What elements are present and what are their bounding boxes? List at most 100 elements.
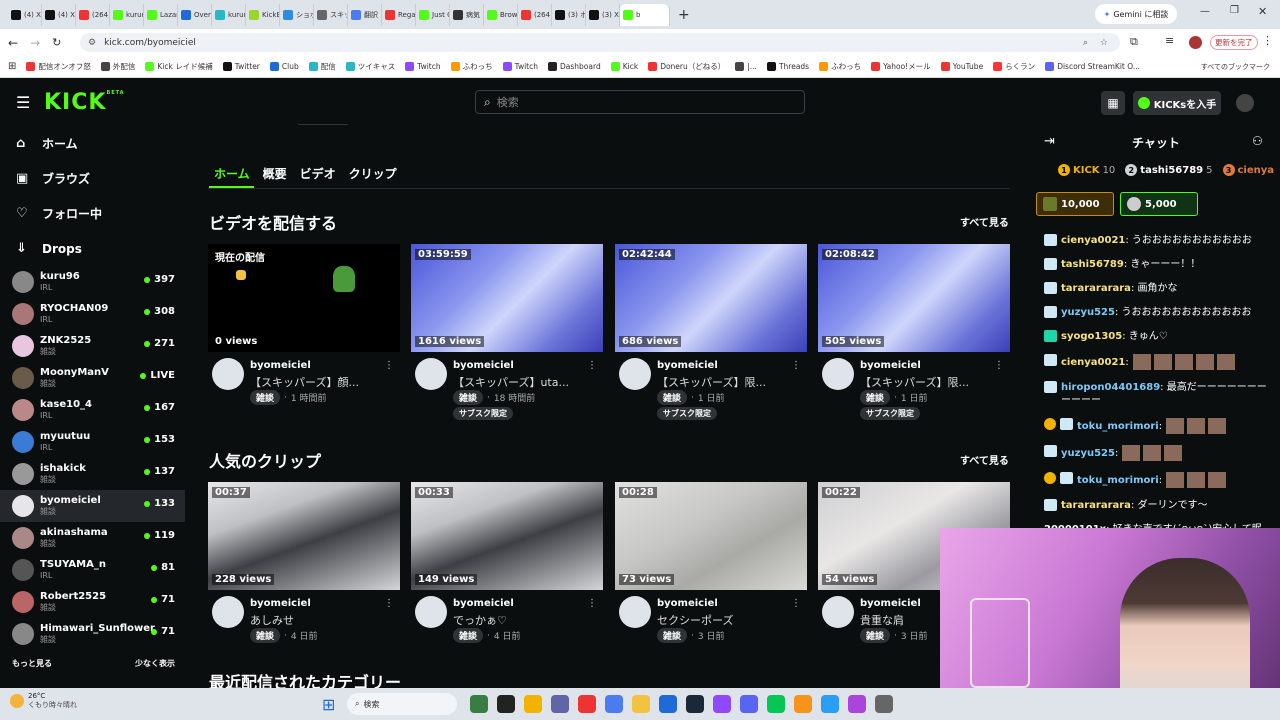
chat-message[interactable]: tararararara: ダーリンです〜 [1030, 494, 1280, 518]
sidebar-nav-item[interactable]: ▣ ブラウズ [0, 161, 185, 196]
bookmark-item[interactable]: Doneru（どねる） [648, 61, 725, 72]
sidebar-channel[interactable]: ishakick 雑談 137 [0, 458, 185, 490]
url-input[interactable]: ⚙ kick.com/byomeiciel ⌕ ☆ [80, 33, 1120, 52]
streamer-name[interactable]: byomeiciel [453, 360, 514, 371]
thumbnail[interactable]: 03:59:59 1616 views [411, 244, 603, 352]
thumbnail[interactable]: 00:33 149 views [411, 482, 603, 590]
bookmark-item[interactable]: YouTube [940, 61, 983, 72]
taskbar-search[interactable]: ⌕ 検索 [347, 693, 457, 715]
leaderboard-entry[interactable]: 2 tashi56789 5 [1125, 164, 1213, 176]
chat-username[interactable]: cienya0021 [1061, 357, 1125, 368]
avatar[interactable] [212, 596, 244, 628]
category-tag[interactable]: 雑談 [250, 628, 281, 643]
sidebar-channel[interactable]: byomeiciel 雑談 133 [0, 490, 185, 522]
browser-tab[interactable]: 病気 [450, 3, 484, 26]
bookmark-item[interactable]: ふわっち [450, 61, 493, 72]
chat-username[interactable]: yuzyu525 [1061, 307, 1115, 318]
chat-username[interactable]: hiropon04401689 [1061, 382, 1160, 393]
extensions-icon[interactable]: ⧉ [1130, 35, 1138, 49]
chat-message[interactable]: cienya0021: うおおおおおおおおおおお [1030, 229, 1280, 253]
bookmark-item[interactable]: Club [269, 61, 299, 72]
chat-message[interactable]: toku_morimori: [1030, 467, 1280, 494]
layout-toggle-button[interactable]: ▦ [1101, 91, 1125, 115]
videos-see-all-link[interactable]: すべて見る [960, 214, 1009, 229]
more-options-icon[interactable]: ⋮ [587, 360, 597, 371]
taskbar-app-icon[interactable] [794, 695, 812, 713]
chat-message[interactable]: tararararara: 画角かな [1030, 277, 1280, 301]
thumbnail[interactable]: 現在の配信 0 views [208, 244, 400, 352]
sidebar-channel[interactable]: kuru96 IRL 397 [0, 266, 185, 298]
chat-message[interactable]: yuzyu525: うおおおおおおおおおおおお [1030, 301, 1280, 325]
bookmark-item[interactable]: Threads [766, 61, 809, 72]
taskbar-app-icon[interactable] [632, 695, 650, 713]
bookmark-item[interactable]: Twitter [222, 61, 260, 72]
category-tag[interactable]: 雑談 [453, 390, 484, 405]
user-avatar[interactable] [1236, 94, 1254, 112]
back-icon[interactable]: ← [8, 36, 18, 50]
leaderboard-entry[interactable]: 3 cienya [1222, 164, 1278, 176]
browser-tab[interactable]: b [620, 3, 670, 26]
card-title[interactable]: でっかぁ♡ [453, 612, 593, 628]
taskbar-app-icon[interactable] [497, 695, 515, 713]
chat-username[interactable]: syogo1305 [1061, 331, 1122, 342]
sidebar-nav-item[interactable]: ⌂ ホーム [0, 126, 185, 161]
card-title[interactable]: あしみせ [250, 612, 390, 628]
bookmark-item[interactable]: |... [735, 61, 757, 72]
bookmark-item[interactable]: ツイキャス [345, 61, 395, 72]
streamer-name[interactable]: byomeiciel [453, 598, 514, 609]
hamburger-menu-icon[interactable]: ☰ [16, 93, 30, 112]
more-options-icon[interactable]: ⋮ [384, 360, 394, 371]
tab-0[interactable]: ホーム [214, 165, 250, 182]
thumbnail[interactable]: 00:28 73 views [615, 482, 807, 590]
taskbar-app-icon[interactable] [578, 695, 596, 713]
avatar[interactable] [415, 596, 447, 628]
bookmark-item[interactable]: Kick [610, 61, 638, 72]
chat-message[interactable]: hiropon04401689: 最高だーーーーーーーーーーー [1030, 376, 1280, 413]
sidebar-channel[interactable]: ZNK2525 雑談 271 [0, 330, 185, 362]
all-bookmarks-link[interactable]: すべてのブックマーク [1201, 62, 1270, 72]
avatar[interactable] [822, 358, 854, 390]
taskbar-app-icon[interactable] [686, 695, 704, 713]
sidebar-channel[interactable]: TSUYAMA_n IRL 81 [0, 554, 185, 586]
chat-users-icon[interactable]: ⚇ [1252, 134, 1263, 148]
taskbar-app-icon[interactable] [821, 695, 839, 713]
chat-message[interactable]: syogo1305: きゅん♡ [1030, 325, 1280, 349]
taskbar-app-icon[interactable] [713, 695, 731, 713]
sidebar-channel[interactable]: akinashama 雑談 119 [0, 522, 185, 554]
tab-3[interactable]: クリップ [349, 165, 397, 182]
more-options-icon[interactable]: ⋮ [587, 598, 597, 609]
show-more-link[interactable]: もっと見る [12, 658, 52, 669]
chat-username[interactable]: toku_morimori [1077, 421, 1159, 432]
category-tag[interactable]: 雑談 [657, 390, 688, 405]
clip-card[interactable]: 00:33 149 views byomeiciel でっかぁ♡ 雑談 · 4 日前 ⋮ [411, 482, 603, 666]
card-title[interactable]: 【スキッパーズ】限... [860, 374, 1000, 390]
category-tag[interactable]: 雑談 [453, 628, 484, 643]
close-window-icon[interactable]: ✕ [1258, 5, 1267, 18]
get-kicks-button[interactable]: KICKsを入手 [1133, 91, 1221, 115]
chat-username[interactable]: cienya0021 [1061, 235, 1125, 246]
show-less-link[interactable]: 少なく表示 [135, 658, 175, 669]
leaderboard-entry[interactable]: 1 KICK 10 [1058, 164, 1115, 176]
avatar[interactable] [212, 358, 244, 390]
forward-icon[interactable]: → [30, 36, 40, 50]
taskbar-app-icon[interactable] [875, 695, 893, 713]
clips-see-all-link[interactable]: すべて見る [960, 452, 1009, 467]
sidebar-nav-item[interactable]: ⇓ Drops [0, 231, 185, 266]
kick-logo[interactable]: KICKBETA [44, 90, 125, 115]
avatar[interactable] [415, 358, 447, 390]
gift-goal-1[interactable]: 10,000 [1036, 192, 1114, 216]
bookmark-item[interactable]: Twitch [502, 61, 538, 72]
chat-message[interactable]: tashi56789: きゃーーー！！ [1030, 253, 1280, 277]
browser-tab[interactable]: Brows [484, 3, 518, 26]
gift-goal-2[interactable]: 5,000 [1120, 192, 1198, 216]
bookmark-item[interactable]: 配信オンオフ怒 [26, 61, 91, 72]
taskbar-app-icon[interactable] [551, 695, 569, 713]
browser-tab[interactable]: kurumi [212, 3, 246, 26]
more-options-icon[interactable]: ⋮ [791, 598, 801, 609]
browser-tab[interactable]: Just C [416, 3, 450, 26]
gemini-button[interactable]: ✦ Gemini に相談 [1095, 4, 1177, 24]
taskbar-app-icon[interactable] [767, 695, 785, 713]
search-input[interactable]: ⌕ 検索 [475, 90, 805, 114]
video-card[interactable]: 02:42:44 686 views byomeiciel 【スキッパーズ】限... 雑… [615, 244, 807, 428]
weather-widget[interactable]: 26°C くもり時々晴れ [10, 692, 77, 710]
